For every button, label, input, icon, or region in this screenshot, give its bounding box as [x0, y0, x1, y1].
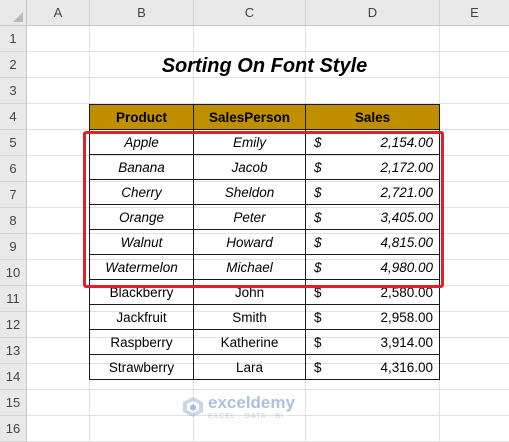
salesperson-cell[interactable]: Katherine [193, 329, 306, 355]
salesperson-cell[interactable]: Sheldon [193, 179, 306, 205]
salesperson-cell[interactable]: Jacob [193, 154, 306, 180]
table-row: Banana Jacob $2,172.00 [89, 154, 440, 180]
currency-symbol: $ [314, 210, 322, 225]
salesperson-cell[interactable]: John [193, 279, 306, 305]
gridline-row [27, 51, 509, 52]
currency-symbol: $ [314, 185, 322, 200]
select-all-icon [13, 12, 23, 22]
product-cell[interactable]: Cherry [89, 179, 194, 205]
row-header-4[interactable]: 4 [0, 104, 27, 130]
salesperson-cell[interactable]: Emily [193, 129, 306, 155]
currency-symbol: $ [314, 335, 322, 350]
select-all-corner[interactable] [0, 0, 27, 26]
row-header-15[interactable]: 15 [0, 390, 27, 416]
row-header-12[interactable]: 12 [0, 312, 27, 338]
watermark-tagline: EXCEL · DATA · BI [208, 413, 284, 420]
table-row: Raspberry Katherine $3,914.00 [89, 329, 440, 355]
row-header-1[interactable]: 1 [0, 26, 27, 52]
gridline-row [27, 389, 509, 390]
row-header-6[interactable]: 6 [0, 156, 27, 182]
watermark-name: exceldemy [208, 393, 295, 412]
spreadsheet: A B C D E 1 2 3 4 5 6 7 8 9 10 11 12 13 14 15 16 Sortin… [0, 0, 509, 442]
sales-cell[interactable]: $2,172.00 [305, 154, 440, 180]
table-row: Jackfruit Smith $2,958.00 [89, 304, 440, 330]
row-header-5[interactable]: 5 [0, 130, 27, 156]
sales-amount: 4,316.00 [380, 360, 433, 375]
header-salesperson[interactable]: SalesPerson [193, 104, 306, 130]
sales-cell[interactable]: $4,316.00 [305, 354, 440, 380]
row-header-10[interactable]: 10 [0, 260, 27, 286]
sales-cell[interactable]: $4,815.00 [305, 229, 440, 255]
product-cell[interactable]: Apple [89, 129, 194, 155]
sales-cell[interactable]: $2,958.00 [305, 304, 440, 330]
row-header-8[interactable]: 8 [0, 208, 27, 234]
sales-amount: 4,815.00 [380, 235, 433, 250]
currency-symbol: $ [314, 260, 322, 275]
product-cell[interactable]: Jackfruit [89, 304, 194, 330]
sales-table: Product SalesPerson Sales Apple Emily $2,1… [89, 104, 440, 380]
table-row: Walnut Howard $4,815.00 [89, 229, 440, 255]
row-header-9[interactable]: 9 [0, 234, 27, 260]
currency-symbol: $ [314, 235, 322, 250]
sales-amount: 2,154.00 [380, 135, 433, 150]
currency-symbol: $ [314, 160, 322, 175]
currency-symbol: $ [314, 360, 322, 375]
sales-amount: 2,721.00 [380, 185, 433, 200]
salesperson-cell[interactable]: Lara [193, 354, 306, 380]
product-cell[interactable]: Orange [89, 204, 194, 230]
currency-symbol: $ [314, 310, 322, 325]
salesperson-cell[interactable]: Michael [193, 254, 306, 280]
salesperson-cell[interactable]: Smith [193, 304, 306, 330]
row-header-14[interactable]: 14 [0, 364, 27, 390]
sales-amount: 2,580.00 [380, 285, 433, 300]
sales-amount: 2,172.00 [380, 160, 433, 175]
column-header-d[interactable]: D [306, 0, 440, 26]
product-cell[interactable]: Blackberry [89, 279, 194, 305]
column-header-b[interactable]: B [90, 0, 194, 26]
table-row: Strawberry Lara $4,316.00 [89, 354, 440, 380]
row-header-2[interactable]: 2 [0, 52, 27, 78]
column-header-e[interactable]: E [440, 0, 509, 26]
column-header-c[interactable]: C [194, 0, 306, 26]
table-row: Watermelon Michael $4,980.00 [89, 254, 440, 280]
product-cell[interactable]: Walnut [89, 229, 194, 255]
sales-cell[interactable]: $3,405.00 [305, 204, 440, 230]
column-header-a[interactable]: A [27, 0, 90, 26]
table-row: Orange Peter $3,405.00 [89, 204, 440, 230]
exceldemy-logo-icon [183, 397, 203, 417]
sales-amount: 4,980.00 [380, 260, 433, 275]
salesperson-cell[interactable]: Peter [193, 204, 306, 230]
header-product[interactable]: Product [89, 104, 194, 130]
sales-amount: 3,405.00 [380, 210, 433, 225]
sales-cell[interactable]: $3,914.00 [305, 329, 440, 355]
table-row: Apple Emily $2,154.00 [89, 129, 440, 155]
currency-symbol: $ [314, 135, 322, 150]
product-cell[interactable]: Raspberry [89, 329, 194, 355]
row-header-7[interactable]: 7 [0, 182, 27, 208]
table-header-row: Product SalesPerson Sales [89, 104, 440, 130]
row-header-16[interactable]: 16 [0, 416, 27, 442]
product-cell[interactable]: Banana [89, 154, 194, 180]
table-row: Blackberry John $2,580.00 [89, 279, 440, 305]
table-row: Cherry Sheldon $2,721.00 [89, 179, 440, 205]
row-header-3[interactable]: 3 [0, 78, 27, 104]
sales-amount: 3,914.00 [380, 335, 433, 350]
header-sales[interactable]: Sales [305, 104, 440, 130]
product-cell[interactable]: Watermelon [89, 254, 194, 280]
row-header-11[interactable]: 11 [0, 286, 27, 312]
sales-cell[interactable]: $4,980.00 [305, 254, 440, 280]
sales-cell[interactable]: $2,721.00 [305, 179, 440, 205]
row-header-13[interactable]: 13 [0, 338, 27, 364]
sheet-title[interactable]: Sorting On Font Style [90, 53, 439, 79]
product-cell[interactable]: Strawberry [89, 354, 194, 380]
sales-cell[interactable]: $2,580.00 [305, 279, 440, 305]
salesperson-cell[interactable]: Howard [193, 229, 306, 255]
sales-cell[interactable]: $2,154.00 [305, 129, 440, 155]
exceldemy-watermark: exceldemy EXCEL · DATA · BI [182, 394, 295, 420]
currency-symbol: $ [314, 285, 322, 300]
sales-amount: 2,958.00 [380, 310, 433, 325]
